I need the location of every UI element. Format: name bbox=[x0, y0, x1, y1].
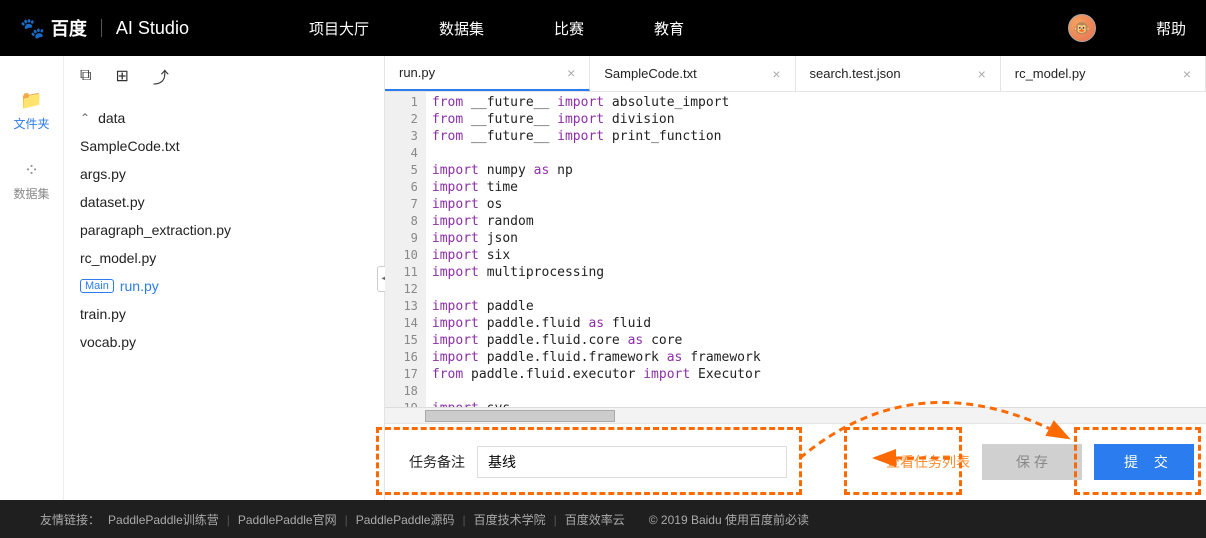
file-explorer: ⧉ ⊞ ⤴ data SampleCode.txt args.py datase… bbox=[64, 56, 384, 500]
editor-tab[interactable]: rc_model.py × bbox=[1001, 56, 1206, 91]
top-navbar: 🐾 百度 AI Studio 项目大厅 数据集 比赛 教育 🐵 帮助 bbox=[0, 0, 1206, 56]
logo[interactable]: 🐾 百度 AI Studio bbox=[20, 15, 189, 41]
footer-copyright: © 2019 Baidu 使用百度前必读 bbox=[649, 511, 809, 528]
rail-files-label: 文件夹 bbox=[0, 115, 63, 132]
scrollbar-thumb[interactable] bbox=[425, 410, 615, 422]
tab-label: rc_model.py bbox=[1015, 66, 1086, 81]
editor-tab[interactable]: search.test.json × bbox=[796, 56, 1001, 91]
file-row[interactable]: paragraph_extraction.py bbox=[78, 216, 370, 244]
rail-files[interactable]: 📁 文件夹 bbox=[0, 76, 63, 146]
tab-label: SampleCode.txt bbox=[604, 66, 697, 81]
nav-item[interactable]: 数据集 bbox=[439, 18, 484, 39]
folder-icon: 📁 bbox=[0, 90, 63, 111]
rail-datasets-label: 数据集 bbox=[0, 185, 63, 202]
rail-datasets[interactable]: ⁘ 数据集 bbox=[0, 146, 63, 216]
code-body[interactable]: from __future__ import absolute_import f… bbox=[426, 92, 1206, 407]
help-link[interactable]: 帮助 bbox=[1156, 18, 1186, 39]
editor: ◂ run.py×SampleCode.txt×search.test.json… bbox=[384, 56, 1206, 500]
footer-link[interactable]: PaddlePaddle官网 bbox=[238, 513, 337, 527]
footer-prefix: 友情链接： bbox=[40, 511, 100, 528]
upload-icon[interactable]: ⤴ bbox=[153, 64, 169, 88]
editor-tab[interactable]: SampleCode.txt × bbox=[590, 56, 795, 91]
avatar[interactable]: 🐵 bbox=[1068, 14, 1096, 42]
file-row[interactable]: SampleCode.txt bbox=[78, 132, 370, 160]
footer: 友情链接： PaddlePaddle训练营|PaddlePaddle官网|Pad… bbox=[0, 500, 1206, 538]
nav-item[interactable]: 教育 bbox=[654, 18, 684, 39]
new-folder-icon[interactable]: ⊞ bbox=[115, 66, 128, 86]
brand-divider bbox=[101, 19, 102, 37]
folder-row[interactable]: data bbox=[78, 104, 370, 132]
editor-tabs: run.py×SampleCode.txt×search.test.json×r… bbox=[385, 56, 1206, 92]
task-note-input[interactable] bbox=[477, 446, 787, 478]
nav-item[interactable]: 项目大厅 bbox=[309, 18, 369, 39]
main-badge: Main bbox=[80, 279, 114, 293]
right-nav: 🐵 帮助 bbox=[1068, 14, 1186, 42]
dataset-icon: ⁘ bbox=[0, 160, 63, 181]
file-row[interactable]: rc_model.py bbox=[78, 244, 370, 272]
footer-link[interactable]: 百度技术学院 bbox=[474, 513, 546, 527]
file-row[interactable]: args.py bbox=[78, 160, 370, 188]
close-icon[interactable]: × bbox=[978, 66, 986, 82]
footer-link[interactable]: 百度效率云 bbox=[565, 513, 625, 527]
close-icon[interactable]: × bbox=[567, 65, 575, 81]
code-area[interactable]: 1234567891011121314151617181920 ▾2122232… bbox=[385, 92, 1206, 407]
horizontal-scrollbar[interactable] bbox=[385, 407, 1206, 423]
submit-button[interactable]: 提 交 bbox=[1094, 444, 1194, 480]
file-row[interactable]: train.py bbox=[78, 300, 370, 328]
file-row[interactable]: vocab.py bbox=[78, 328, 370, 356]
footer-link[interactable]: PaddlePaddle训练营 bbox=[108, 513, 219, 527]
tab-label: run.py bbox=[399, 65, 435, 80]
file-row[interactable]: Main run.py bbox=[78, 272, 370, 300]
paw-icon: 🐾 bbox=[20, 16, 45, 41]
save-button[interactable]: 保 存 bbox=[982, 444, 1082, 480]
file-toolbar: ⧉ ⊞ ⤴ bbox=[64, 56, 384, 96]
brand-en-text: AI Studio bbox=[116, 18, 189, 39]
file-tree: data SampleCode.txt args.py dataset.py p… bbox=[64, 96, 384, 364]
new-file-icon[interactable]: ⧉ bbox=[80, 67, 91, 85]
close-icon[interactable]: × bbox=[772, 66, 780, 82]
file-row[interactable]: dataset.py bbox=[78, 188, 370, 216]
nav-item[interactable]: 比赛 bbox=[554, 18, 584, 39]
task-note-label: 任务备注 bbox=[409, 452, 465, 472]
brand-cn-text: 百度 bbox=[51, 15, 87, 41]
line-gutter: 1234567891011121314151617181920 ▾2122232… bbox=[385, 92, 426, 407]
left-rail: 📁 文件夹 ⁘ 数据集 bbox=[0, 56, 64, 500]
submit-bar: 任务备注 查看任务列表 保 存 提 交 bbox=[385, 423, 1206, 500]
tab-label: search.test.json bbox=[810, 66, 901, 81]
footer-link[interactable]: PaddlePaddle源码 bbox=[356, 513, 455, 527]
close-icon[interactable]: × bbox=[1183, 66, 1191, 82]
view-task-list-link[interactable]: 查看任务列表 bbox=[886, 452, 970, 472]
editor-tab[interactable]: run.py × bbox=[385, 56, 590, 91]
main-nav: 项目大厅 数据集 比赛 教育 bbox=[309, 18, 684, 39]
